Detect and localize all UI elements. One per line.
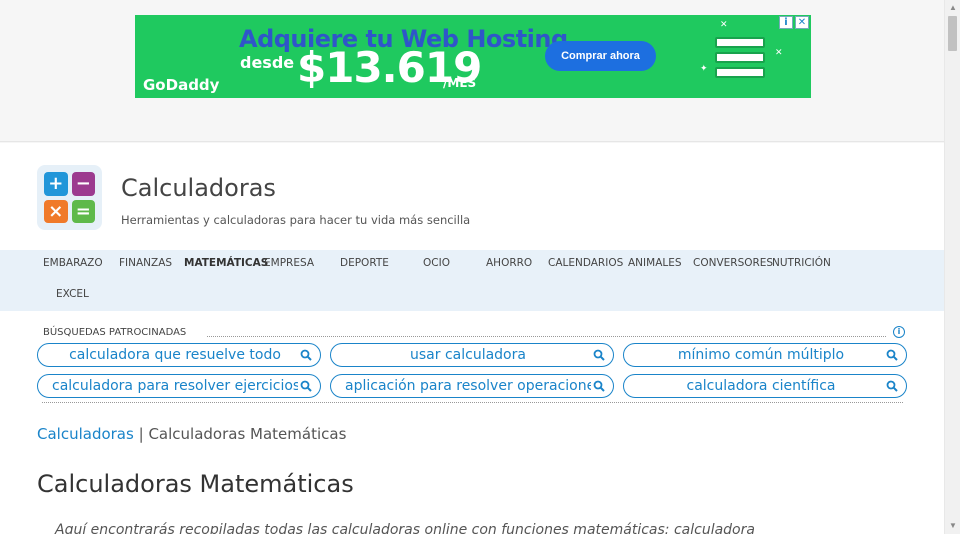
nav-item-calendarios[interactable]: CALENDARIOS — [548, 257, 623, 269]
search-pill[interactable]: calculadora que resuelve todo — [37, 343, 321, 367]
breadcrumb: Calculadoras | Calculadoras Matemáticas — [37, 425, 346, 443]
search-icon — [886, 380, 898, 392]
sparkle-icon: ✕ — [720, 19, 728, 29]
breadcrumb-current: Calculadoras Matemáticas — [148, 425, 347, 443]
search-pill-label: calculadora científica — [686, 378, 836, 394]
equals-icon: = — [71, 199, 95, 223]
ad-close-icon[interactable]: ✕ — [795, 16, 809, 29]
search-pill-label: aplicación para resolver operaciones — [345, 378, 591, 394]
nav-item-embarazo[interactable]: EMBARAZO — [43, 257, 103, 269]
ad-brand-logo: GoDaddy — [143, 76, 220, 94]
breadcrumb-home-link[interactable]: Calculadoras — [37, 425, 134, 443]
main-content: + − × = Calculadoras Herramientas y calc… — [0, 143, 944, 534]
plus-icon: + — [44, 172, 68, 196]
nav-item-ocio[interactable]: OCIO — [423, 257, 450, 269]
scrollbar[interactable]: ▲ ▼ — [944, 0, 960, 534]
search-icon — [300, 380, 312, 392]
search-pill-label: mínimo común múltiplo — [677, 347, 845, 363]
nav-item-conversores[interactable]: CONVERSORES — [693, 257, 773, 269]
search-icon — [593, 380, 605, 392]
nav-item-ahorro[interactable]: AHORRO — [486, 257, 532, 269]
search-pill-label: usar calculadora — [410, 347, 526, 363]
times-icon: × — [44, 199, 68, 223]
sponsored-label: BÚSQUEDAS PATROCINADAS — [43, 327, 187, 338]
ad-controls: i ✕ — [779, 16, 809, 29]
nav-item-matematicas[interactable]: MATEMÁTICAS — [184, 257, 268, 269]
site-title[interactable]: Calculadoras — [121, 174, 276, 202]
page-title: Calculadoras Matemáticas — [37, 470, 354, 498]
search-pill-label: calculadora para resolver ejercicios — [52, 378, 298, 394]
divider — [207, 336, 886, 337]
nav-item-animales[interactable]: ANIMALES — [628, 257, 682, 269]
ad-buy-button[interactable]: Comprar ahora — [545, 41, 656, 71]
search-icon — [593, 349, 605, 361]
breadcrumb-separator: | — [138, 425, 144, 443]
scrollbar-thumb[interactable] — [948, 16, 957, 51]
ad-banner[interactable]: Adquiere tu Web Hosting desde $13.619 /M… — [135, 15, 811, 98]
ad-per-month: /MES — [443, 76, 477, 90]
scroll-down-icon[interactable]: ▼ — [948, 521, 958, 531]
page-intro: Aquí encontrarás recopiladas todas las c… — [55, 522, 755, 534]
ad-desde: desde — [240, 53, 295, 72]
sparkle-icon: ✕ — [775, 47, 783, 57]
nav-item-deporte[interactable]: DEPORTE — [340, 257, 389, 269]
nav-item-nutricion[interactable]: NUTRICIÓN — [772, 257, 831, 269]
ad-zone: Adquiere tu Web Hosting desde $13.619 /M… — [0, 0, 944, 142]
server-icon — [715, 37, 765, 83]
search-pill[interactable]: calculadora científica — [623, 374, 907, 398]
scroll-up-icon[interactable]: ▲ — [948, 3, 958, 13]
search-pill[interactable]: usar calculadora — [330, 343, 614, 367]
search-pill[interactable]: aplicación para resolver operaciones — [330, 374, 614, 398]
sparkle-icon: ✦ — [700, 63, 708, 73]
site-tagline: Herramientas y calculadoras para hacer t… — [121, 213, 471, 227]
search-pill-label: calculadora que resuelve todo — [69, 347, 281, 363]
nav-item-finanzas[interactable]: FINANZAS — [119, 257, 172, 269]
site-logo[interactable]: + − × = — [37, 165, 102, 230]
info-icon[interactable]: i — [893, 326, 905, 338]
search-icon — [886, 349, 898, 361]
nav-item-excel[interactable]: EXCEL — [56, 288, 89, 300]
ad-info-icon[interactable]: i — [779, 16, 793, 29]
search-pill[interactable]: calculadora para resolver ejercicios — [37, 374, 321, 398]
nav-item-empresa[interactable]: EMPRESA — [264, 257, 314, 269]
minus-icon: − — [71, 172, 95, 196]
search-pill[interactable]: mínimo común múltiplo — [623, 343, 907, 367]
main-nav: EMBARAZO FINANZAS MATEMÁTICAS EMPRESA DE… — [0, 250, 944, 311]
divider — [42, 402, 903, 403]
search-icon — [300, 349, 312, 361]
